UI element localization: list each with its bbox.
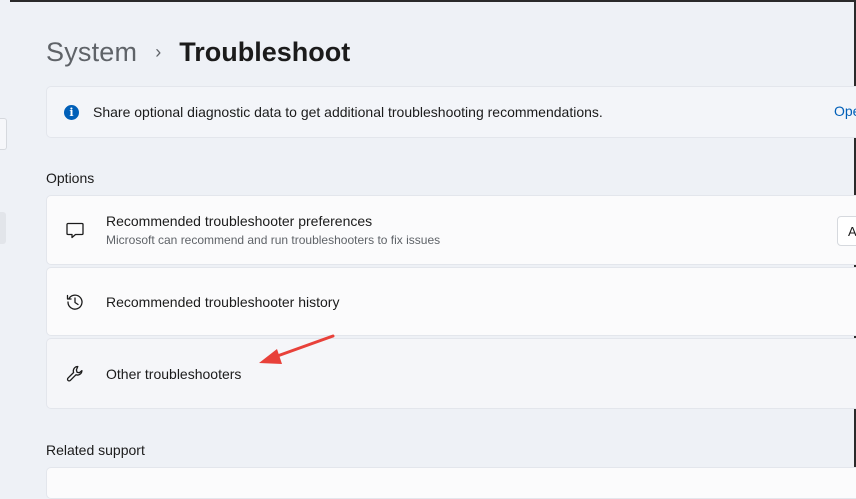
search-box-edge[interactable] bbox=[0, 118, 7, 150]
preferences-dropdown[interactable]: A bbox=[837, 216, 856, 246]
info-icon: i bbox=[64, 104, 79, 120]
selected-nav-item-edge[interactable] bbox=[0, 212, 6, 244]
wrench-icon bbox=[64, 363, 86, 385]
diagnostic-data-banner: i Share optional diagnostic data to get … bbox=[46, 86, 856, 138]
related-support-card[interactable] bbox=[46, 467, 856, 499]
card-title: Recommended troubleshooter preferences bbox=[106, 213, 373, 229]
breadcrumb-chevron-icon: › bbox=[155, 41, 162, 62]
card-title: Recommended troubleshooter history bbox=[106, 293, 340, 310]
other-troubleshooters-card[interactable]: Other troubleshooters bbox=[46, 338, 856, 409]
card-subtitle: Microsoft can recommend and run troubles… bbox=[106, 233, 441, 247]
breadcrumb: System › Troubleshoot bbox=[46, 30, 350, 74]
recommended-preferences-card[interactable]: Recommended troubleshooter preferences M… bbox=[46, 195, 856, 265]
window-top-border bbox=[0, 0, 856, 2]
options-section-title: Options bbox=[46, 170, 95, 186]
navigation-pane-edge bbox=[0, 0, 10, 482]
annotation-arrow bbox=[259, 334, 335, 364]
card-title: Other troubleshooters bbox=[106, 365, 242, 382]
open-diagnostics-link[interactable]: Ope bbox=[834, 103, 856, 119]
history-icon bbox=[64, 291, 86, 313]
page-title: Troubleshoot bbox=[179, 36, 351, 67]
troubleshooter-history-card[interactable]: Recommended troubleshooter history bbox=[46, 267, 856, 336]
breadcrumb-system-link[interactable]: System bbox=[46, 37, 137, 68]
banner-text: Share optional diagnostic data to get ad… bbox=[93, 104, 603, 120]
related-support-section-title: Related support bbox=[46, 442, 145, 458]
chat-bubble-icon bbox=[64, 219, 86, 241]
